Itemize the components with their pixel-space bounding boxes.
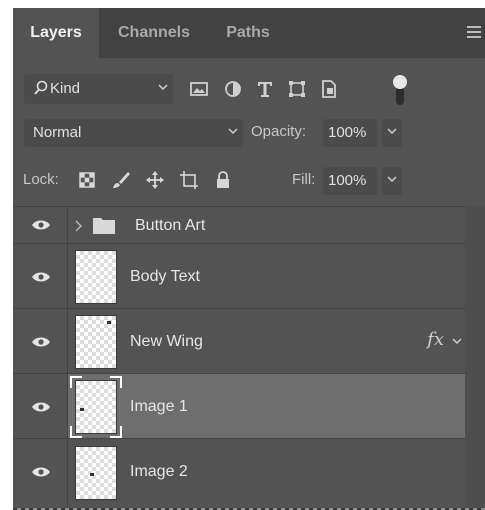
layer-effects-icon[interactable]: fx (427, 329, 444, 350)
layer-row-group[interactable]: Button Art (13, 206, 465, 244)
thumbnail-selection-corner (110, 426, 122, 438)
filter-kind-select[interactable]: Kind (24, 74, 173, 104)
lock-artboard-icon[interactable] (179, 170, 199, 190)
tab-channels[interactable]: Channels (109, 8, 199, 58)
blend-mode-select[interactable]: Normal (24, 119, 243, 147)
layer-name: Button Art (135, 217, 206, 234)
filter-kind-label: Kind (50, 80, 81, 97)
shape-filter-icon[interactable] (286, 78, 308, 100)
visibility-column (13, 439, 68, 510)
lock-all-icon[interactable] (213, 170, 233, 190)
panel-tab-bar: Layers Channels Paths (13, 8, 485, 58)
fill-value: 100% (328, 172, 367, 189)
lock-image-pixels-icon[interactable] (111, 170, 131, 190)
visibility-column (13, 309, 68, 374)
image-filter-icon[interactable] (188, 78, 210, 100)
lock-position-icon[interactable] (145, 170, 165, 190)
tab-layers[interactable]: Layers (13, 8, 99, 58)
adjustment-filter-icon[interactable] (222, 78, 244, 100)
eye-icon[interactable] (31, 401, 51, 413)
type-filter-icon[interactable] (254, 78, 276, 100)
chevron-down-icon (387, 128, 397, 135)
smart-object-filter-icon[interactable] (318, 78, 340, 100)
thumbnail-selection-corner (70, 376, 82, 388)
fill-label: Fill: (292, 171, 316, 188)
visibility-column (13, 207, 68, 244)
layer-thumbnail (75, 446, 117, 500)
opacity-dropdown-button[interactable] (382, 119, 402, 147)
layer-name: Image 1 (130, 398, 188, 415)
folder-icon (93, 218, 115, 234)
layer-thumbnail (75, 315, 117, 369)
thumbnail-selection-corner (70, 426, 82, 438)
eye-icon[interactable] (31, 466, 51, 478)
lock-label: Lock: (23, 171, 59, 188)
lock-transparent-pixels-icon[interactable] (77, 170, 97, 190)
chevron-down-icon (228, 128, 238, 135)
fill-dropdown-button[interactable] (382, 167, 402, 195)
layer-name: New Wing (130, 333, 203, 350)
chevron-down-icon (387, 176, 397, 183)
eye-icon[interactable] (31, 219, 51, 231)
chevron-right-icon[interactable] (73, 219, 83, 233)
blend-mode-value: Normal (33, 124, 82, 141)
layer-row[interactable]: Body Text (13, 243, 465, 309)
filter-toggle-icon[interactable] (393, 75, 407, 107)
eye-icon[interactable] (31, 271, 51, 283)
chevron-down-icon[interactable] (451, 335, 463, 347)
layers-scrollbar[interactable] (465, 206, 485, 510)
eye-icon[interactable] (31, 336, 51, 348)
layer-name: Body Text (130, 268, 200, 285)
visibility-column (13, 244, 68, 309)
layer-row[interactable]: New Wing fx (13, 308, 465, 374)
search-icon (34, 80, 48, 95)
layer-thumbnail (75, 250, 117, 304)
chevron-down-icon (158, 84, 168, 91)
layers-panel: Layers Channels Paths Kind Normal Opacit… (13, 8, 485, 510)
hamburger-menu-icon[interactable] (467, 26, 481, 38)
opacity-label: Opacity: (251, 123, 307, 140)
visibility-column (13, 374, 68, 439)
layer-name: Image 2 (130, 463, 188, 480)
opacity-input[interactable]: 100% (323, 119, 377, 147)
layer-row-selected[interactable]: Image 1 (13, 373, 465, 439)
fill-input[interactable]: 100% (323, 167, 377, 195)
opacity-value: 100% (328, 124, 367, 141)
tab-paths[interactable]: Paths (213, 8, 283, 58)
thumbnail-selection-corner (110, 376, 122, 388)
layer-row[interactable]: Image 2 (13, 438, 465, 510)
